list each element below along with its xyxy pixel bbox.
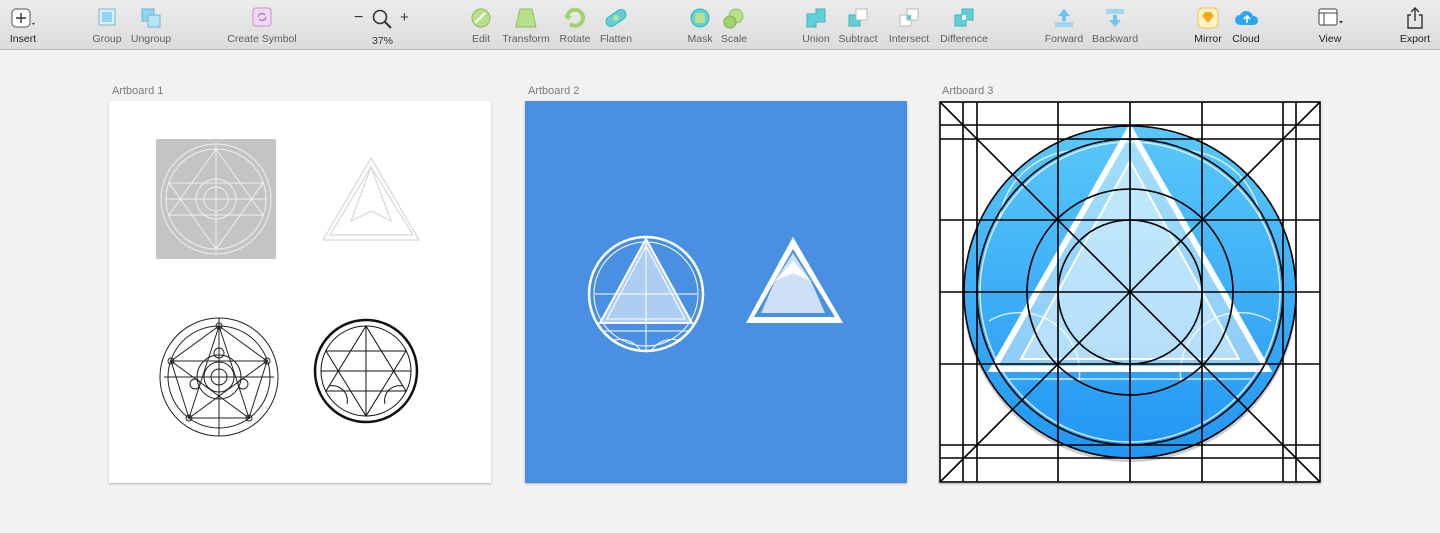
- backward-button[interactable]: Backward: [1090, 6, 1140, 48]
- artboard-1-title[interactable]: Artboard 1: [112, 85, 163, 97]
- artboard-1-canvas: [156, 139, 420, 437]
- symbol-icon: [249, 6, 275, 30]
- forward-label: Forward: [1044, 33, 1084, 45]
- share-export-icon: [1402, 6, 1428, 30]
- rotate-label: Rotate: [559, 33, 591, 45]
- rotate-icon: [562, 6, 588, 30]
- backward-label: Backward: [1091, 33, 1139, 45]
- artboard-3[interactable]: [939, 101, 1321, 483]
- export-label: Export: [1399, 33, 1431, 45]
- ungroup-icon: [138, 6, 164, 30]
- mask-button[interactable]: Mask: [686, 6, 714, 48]
- artboard-2[interactable]: [525, 101, 907, 483]
- view-label: View: [1318, 33, 1342, 45]
- flatten-icon: [603, 6, 629, 30]
- rotate-button[interactable]: Rotate: [557, 6, 593, 48]
- cloud-label: Cloud: [1232, 33, 1260, 45]
- transmutation-circle-shape[interactable]: [159, 317, 279, 437]
- export-button[interactable]: Export: [1397, 6, 1433, 48]
- bring-forward-icon: [1051, 6, 1077, 30]
- insert-label: Insert: [9, 33, 37, 45]
- view-layout-icon: [1317, 6, 1343, 30]
- cloud-button[interactable]: Cloud: [1229, 6, 1263, 48]
- artboard-3-title[interactable]: Artboard 3: [942, 85, 993, 97]
- artboard-1[interactable]: [109, 101, 491, 483]
- union-icon: [803, 6, 829, 30]
- scale-button[interactable]: Scale: [718, 6, 750, 48]
- scale-icon: [721, 6, 747, 30]
- mirror-button[interactable]: Mirror: [1191, 6, 1225, 48]
- reference-image[interactable]: [156, 139, 276, 259]
- union-button[interactable]: Union: [800, 6, 832, 48]
- ungroup-label: Ungroup: [130, 33, 172, 45]
- artboard-3-canvas: [939, 101, 1321, 483]
- group-icon: [94, 6, 120, 30]
- cloud-upload-icon: [1233, 6, 1259, 30]
- mirror-label: Mirror: [1194, 33, 1222, 45]
- keyline-grid: [939, 101, 1321, 483]
- subtract-button[interactable]: Subtract: [836, 6, 880, 48]
- white-triangle-shape[interactable]: [746, 237, 843, 323]
- edit-label: Edit: [471, 33, 491, 45]
- plus-icon: [10, 6, 36, 30]
- intersect-icon: [896, 6, 922, 30]
- intersect-label: Intersect: [888, 33, 930, 45]
- flatten-button[interactable]: Flatten: [597, 6, 635, 48]
- intersect-button[interactable]: Intersect: [886, 6, 932, 48]
- forward-button[interactable]: Forward: [1042, 6, 1086, 48]
- bold-circle-pattern-shape[interactable]: [313, 318, 419, 424]
- zoom-in-button[interactable]: +: [400, 9, 409, 26]
- sketch-mirror-icon: [1195, 6, 1221, 30]
- view-button[interactable]: View: [1313, 6, 1347, 48]
- mask-label: Mask: [687, 33, 713, 45]
- zoom-out-button[interactable]: −: [354, 9, 363, 27]
- subtract-label: Subtract: [838, 33, 878, 45]
- subtract-icon: [845, 6, 871, 30]
- create-symbol-label: Create Symbol: [227, 33, 297, 45]
- mask-icon: [687, 6, 713, 30]
- flatten-label: Flatten: [599, 33, 633, 45]
- edit-icon: [468, 6, 494, 30]
- zoom-level[interactable]: 37%: [372, 35, 393, 47]
- difference-button[interactable]: Difference: [937, 6, 991, 48]
- create-symbol-button[interactable]: Create Symbol: [224, 6, 300, 48]
- difference-label: Difference: [940, 33, 988, 45]
- magnifier-icon[interactable]: [371, 8, 393, 35]
- ungroup-button[interactable]: Ungroup: [128, 6, 174, 48]
- difference-icon: [951, 6, 977, 30]
- send-backward-icon: [1102, 6, 1128, 30]
- group-label: Group: [92, 33, 122, 45]
- transform-icon: [513, 6, 539, 30]
- white-emblem-shape[interactable]: [587, 235, 705, 353]
- insert-button[interactable]: Insert: [6, 6, 40, 48]
- union-label: Union: [802, 33, 830, 45]
- group-button[interactable]: Group: [89, 6, 125, 48]
- toolbar: Insert Group Ungroup Create Symbol − + 3…: [0, 0, 1440, 50]
- triangle-outline-shape[interactable]: [322, 157, 420, 241]
- artboard-2-canvas: [587, 235, 843, 353]
- edit-button[interactable]: Edit: [466, 6, 496, 48]
- artboard-2-title[interactable]: Artboard 2: [528, 85, 579, 97]
- transform-button[interactable]: Transform: [500, 6, 552, 48]
- scale-label: Scale: [720, 33, 748, 45]
- transform-label: Transform: [502, 33, 550, 45]
